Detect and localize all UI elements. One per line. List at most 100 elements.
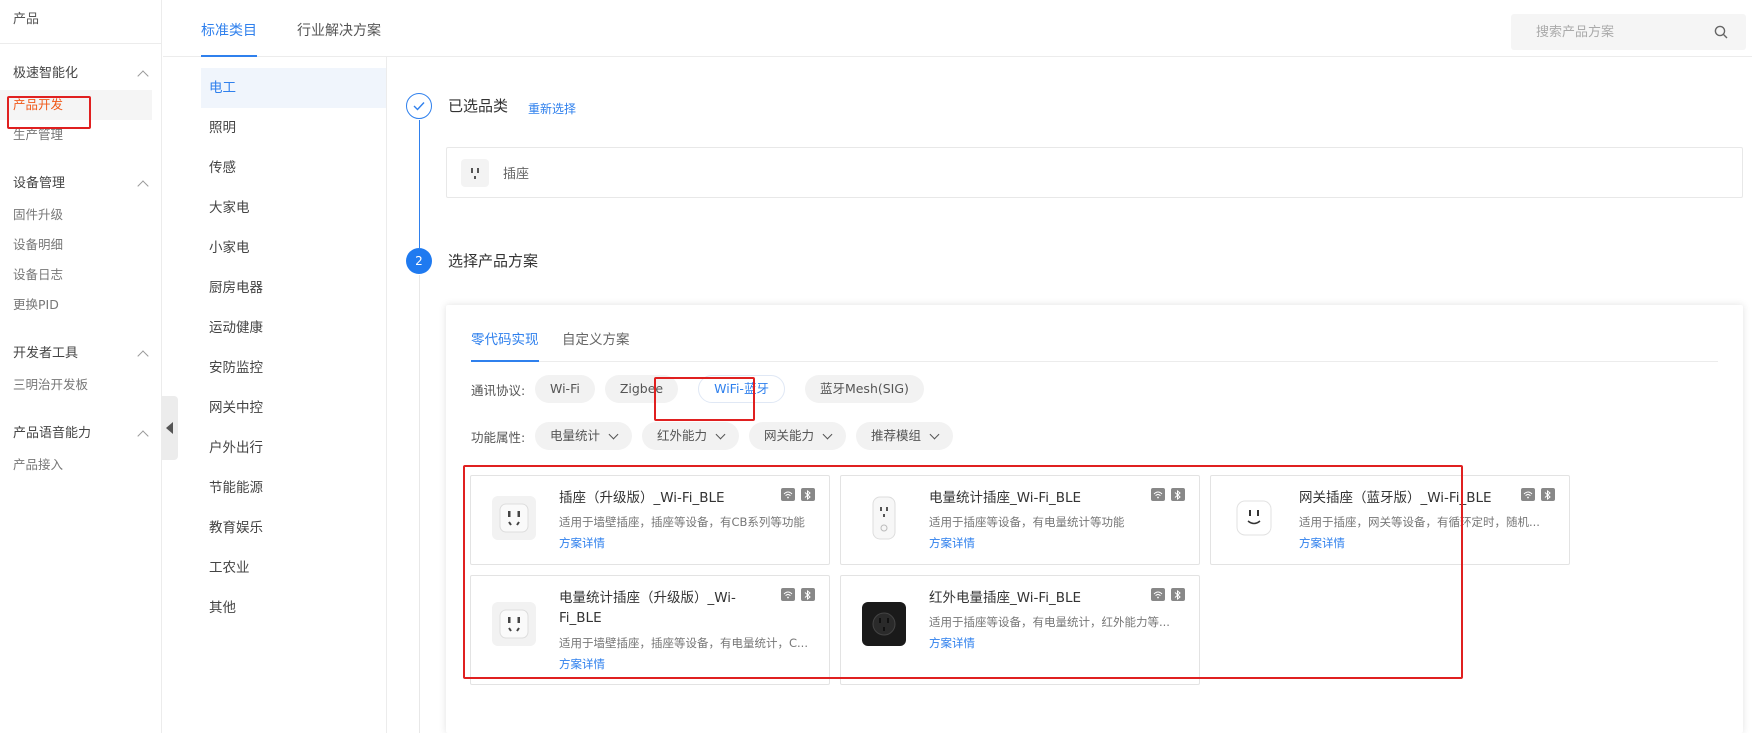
bluetooth-icon bbox=[1541, 488, 1555, 501]
category-item-electrician[interactable]: 电工 bbox=[201, 68, 386, 108]
socket-white-icon bbox=[492, 496, 536, 540]
scheme-panel: 零代码实现 自定义方案 通讯协议: Wi-Fi Zigbee WiFi-蓝牙 蓝… bbox=[446, 305, 1743, 733]
plug-white-icon bbox=[862, 496, 906, 540]
protocol-label: 通讯协议: bbox=[471, 382, 526, 398]
sidebar-item-change-pid[interactable]: 更换PID bbox=[0, 290, 161, 320]
socket-icon bbox=[461, 158, 489, 187]
card-detail-link[interactable]: 方案详情 bbox=[559, 535, 605, 551]
sidebar-item-production[interactable]: 生产管理 bbox=[0, 120, 161, 150]
reselect-link[interactable]: 重新选择 bbox=[528, 100, 576, 117]
card-title: 插座（升级版）_Wi-Fi_BLE bbox=[559, 490, 725, 506]
card-detail-link[interactable]: 方案详情 bbox=[1299, 535, 1345, 551]
card-title: 网关插座（蓝牙版）_Wi-Fi_BLE bbox=[1299, 490, 1492, 506]
card-badges bbox=[1151, 588, 1185, 601]
card-detail-link[interactable]: 方案详情 bbox=[929, 535, 975, 551]
step1-check-icon bbox=[406, 93, 432, 119]
step2-title: 选择产品方案 bbox=[448, 252, 539, 270]
category-item[interactable]: 工农业 bbox=[163, 548, 386, 588]
card-title: 电量统计插座（升级版）_Wi-Fi_BLE bbox=[559, 590, 736, 626]
sidebar-item-device-log[interactable]: 设备日志 bbox=[0, 260, 161, 290]
sidebar-group-title[interactable]: 极速智能化 bbox=[0, 58, 161, 90]
sidebar-group-devtools: 开发者工具 三明治开发板 bbox=[0, 338, 161, 400]
feature-label: 功能属性: bbox=[471, 429, 526, 445]
card-badges bbox=[1521, 488, 1555, 501]
category-item[interactable]: 小家电 bbox=[163, 228, 386, 268]
chevron-down-icon bbox=[929, 429, 940, 439]
protocol-chip-wifi[interactable]: Wi-Fi bbox=[535, 375, 595, 403]
sidebar-group-title[interactable]: 开发者工具 bbox=[0, 338, 161, 370]
category-item[interactable]: 教育娱乐 bbox=[163, 508, 386, 548]
bluetooth-icon bbox=[801, 588, 815, 601]
top-tab-bar: 标准类目 行业解决方案 bbox=[163, 0, 1752, 57]
tab-custom-scheme[interactable]: 自定义方案 bbox=[562, 328, 630, 362]
sidebar-item-firmware[interactable]: 固件升级 bbox=[0, 200, 161, 230]
scheme-tab-bar: 零代码实现 自定义方案 bbox=[471, 305, 1718, 362]
sidebar-item-product-dev[interactable]: 产品开发 bbox=[0, 90, 152, 120]
bluetooth-icon bbox=[1171, 588, 1185, 601]
category-item[interactable]: 传感 bbox=[163, 148, 386, 188]
category-item[interactable]: 其他 bbox=[163, 588, 386, 628]
card-description: 适用于墙壁插座，插座等设备，有CB系列等功能 bbox=[559, 515, 805, 529]
wifi-icon bbox=[781, 588, 795, 601]
protocol-chip-wifi-ble[interactable]: WiFi-蓝牙 bbox=[698, 375, 785, 403]
card-description: 适用于墙壁插座，插座等设备，有电量统计，C... bbox=[559, 636, 808, 650]
feature-dropdown-power[interactable]: 电量统计 bbox=[535, 422, 633, 450]
wifi-icon bbox=[781, 488, 795, 501]
protocol-filter-row: 通讯协议: Wi-Fi Zigbee WiFi-蓝牙 蓝牙Mesh(SIG) bbox=[471, 375, 934, 403]
category-item[interactable]: 节能能源 bbox=[163, 468, 386, 508]
feature-dropdown-module[interactable]: 推荐模组 bbox=[856, 422, 954, 450]
feature-filter-row: 功能属性: 电量统计 红外能力 网关能力 推荐模组 bbox=[471, 422, 963, 450]
search-icon[interactable] bbox=[1714, 25, 1728, 39]
sidebar-group-title[interactable]: 设备管理 bbox=[0, 168, 161, 200]
tab-industry-solution[interactable]: 行业解决方案 bbox=[297, 20, 381, 57]
sidebar-item-product-access[interactable]: 产品接入 bbox=[0, 450, 161, 480]
card-title: 电量统计插座_Wi-Fi_BLE bbox=[929, 490, 1082, 506]
feature-dropdown-infrared[interactable]: 红外能力 bbox=[642, 422, 740, 450]
category-item[interactable]: 大家电 bbox=[163, 188, 386, 228]
sidebar-group-fast: 极速智能化 产品开发 生产管理 bbox=[0, 58, 161, 150]
tab-zero-code[interactable]: 零代码实现 bbox=[471, 328, 539, 362]
category-item[interactable]: 照明 bbox=[163, 108, 386, 148]
card-description: 适用于插座，网关等设备，有循环定时，随机... bbox=[1299, 515, 1540, 529]
scheme-card[interactable]: 网关插座（蓝牙版）_Wi-Fi_BLE 适用于插座，网关等设备，有循环定时，随机… bbox=[1210, 475, 1570, 565]
step2-number-badge: 2 bbox=[406, 248, 432, 274]
category-item[interactable]: 网关中控 bbox=[163, 388, 386, 428]
category-item[interactable]: 厨房电器 bbox=[163, 268, 386, 308]
scheme-card[interactable]: 电量统计插座（升级版）_Wi-Fi_BLE 适用于墙壁插座，插座等设备，有电量统… bbox=[470, 575, 830, 685]
socket-black-icon bbox=[862, 602, 906, 646]
socket-round-icon bbox=[1232, 496, 1276, 540]
bluetooth-icon bbox=[801, 488, 815, 501]
feature-dropdown-gateway[interactable]: 网关能力 bbox=[749, 422, 847, 450]
card-detail-link[interactable]: 方案详情 bbox=[559, 656, 605, 672]
protocol-chip-ble-mesh[interactable]: 蓝牙Mesh(SIG) bbox=[804, 375, 924, 403]
selected-category-box: 插座 bbox=[446, 147, 1743, 198]
tab-standard-category[interactable]: 标准类目 bbox=[201, 20, 257, 57]
card-title: 红外电量插座_Wi-Fi_BLE bbox=[929, 590, 1082, 606]
category-list: 电工 照明 传感 大家电 小家电 厨房电器 运动健康 安防监控 网关中控 户外出… bbox=[163, 57, 387, 733]
scheme-card[interactable]: 插座（升级版）_Wi-Fi_BLE 适用于墙壁插座，插座等设备，有CB系列等功能… bbox=[470, 475, 830, 565]
sidebar-top-label[interactable]: 产品 bbox=[0, 0, 161, 44]
sidebar-group-device: 设备管理 固件升级 设备明细 设备日志 更换PID bbox=[0, 168, 161, 320]
scheme-card[interactable]: 红外电量插座_Wi-Fi_BLE 适用于插座等设备，有电量统计，红外能力等...… bbox=[840, 575, 1200, 685]
bluetooth-icon bbox=[1171, 488, 1185, 501]
chevron-up-icon bbox=[137, 70, 149, 82]
chevron-up-icon bbox=[137, 350, 149, 362]
category-item[interactable]: 运动健康 bbox=[163, 308, 386, 348]
left-sidebar: 产品 极速智能化 产品开发 生产管理 设备管理 固件升级 设备明细 设备日志 更… bbox=[0, 0, 162, 733]
chevron-down-icon bbox=[822, 429, 833, 439]
card-detail-link[interactable]: 方案详情 bbox=[929, 635, 975, 651]
selected-category-label: 插座 bbox=[503, 167, 530, 182]
search-input[interactable] bbox=[1511, 14, 1701, 50]
step-connector-line bbox=[419, 275, 420, 733]
category-item[interactable]: 安防监控 bbox=[163, 348, 386, 388]
wifi-icon bbox=[1151, 488, 1165, 501]
sidebar-item-sandwich-board[interactable]: 三明治开发板 bbox=[0, 370, 161, 400]
sidebar-group-title[interactable]: 产品语音能力 bbox=[0, 418, 161, 450]
protocol-chip-zigbee[interactable]: Zigbee bbox=[604, 375, 679, 403]
sidebar-item-device-detail[interactable]: 设备明细 bbox=[0, 230, 161, 260]
scheme-card[interactable]: 电量统计插座_Wi-Fi_BLE 适用于插座等设备，有电量统计等功能 方案详情 bbox=[840, 475, 1200, 565]
main-content: 已选品类 重新选择 插座 2 选择产品方案 零代码实现 自定义方案 通讯协议: … bbox=[388, 57, 1752, 733]
socket-white-icon bbox=[492, 602, 536, 646]
search-box bbox=[1511, 14, 1746, 50]
category-item[interactable]: 户外出行 bbox=[163, 428, 386, 468]
